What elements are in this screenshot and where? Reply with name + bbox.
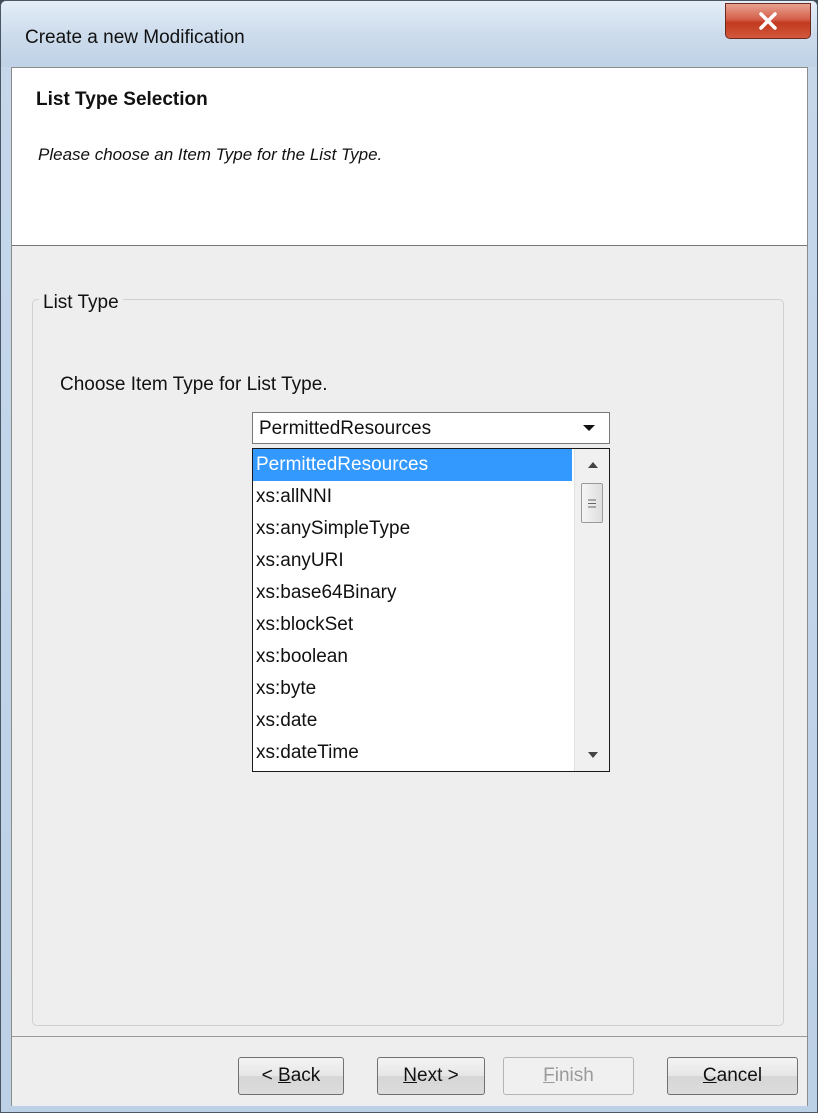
wizard-footer: < Back Next > Finish Cancel bbox=[12, 1036, 807, 1106]
list-option[interactable]: xs:blockSet bbox=[253, 609, 572, 641]
window-title: Create a new Modification bbox=[25, 27, 245, 48]
wizard-header: List Type Selection Please choose an Ite… bbox=[12, 68, 807, 246]
combo-dropdown-button[interactable] bbox=[571, 415, 607, 441]
item-type-combobox[interactable]: PermittedResources bbox=[252, 412, 610, 444]
header-description: Please choose an Item Type for the List … bbox=[38, 145, 383, 164]
next-button-mnemonic: N bbox=[403, 1065, 417, 1086]
combo-selected-value: PermittedResources bbox=[259, 418, 432, 439]
chevron-down-icon bbox=[583, 425, 595, 431]
cancel-button[interactable]: Cancel bbox=[667, 1057, 798, 1095]
scroll-up-arrow-icon bbox=[587, 462, 598, 468]
list-option[interactable]: xs:dateTime bbox=[253, 737, 572, 769]
dialog-window: Create a new Modification List Type Sele… bbox=[0, 0, 818, 1113]
list-option[interactable]: xs:allNNI bbox=[253, 481, 572, 513]
group-legend: List Type bbox=[39, 292, 123, 314]
vertical-scrollbar[interactable] bbox=[574, 449, 609, 771]
header-title: List Type Selection bbox=[36, 89, 208, 110]
finish-button-mnemonic: F bbox=[543, 1065, 555, 1086]
options-list: PermittedResources xs:allNNI xs:anySimpl… bbox=[253, 449, 572, 771]
close-icon bbox=[759, 12, 777, 30]
finish-button-label: inish bbox=[554, 1065, 594, 1086]
next-button-label: ext > bbox=[417, 1065, 459, 1086]
back-button-mnemonic: B bbox=[278, 1065, 291, 1086]
list-option-selected[interactable]: PermittedResources bbox=[253, 449, 572, 481]
list-option[interactable]: xs:base64Binary bbox=[253, 577, 572, 609]
title-bar[interactable]: Create a new Modification bbox=[1, 1, 817, 67]
list-option[interactable]: xs:anyURI bbox=[253, 545, 572, 577]
scroll-grip-icon bbox=[588, 499, 596, 507]
dialog-client-area: List Type Selection Please choose an Ite… bbox=[11, 67, 808, 1106]
scroll-down-arrow-icon bbox=[587, 752, 598, 758]
choose-item-type-label: Choose Item Type for List Type. bbox=[60, 374, 328, 395]
next-button[interactable]: Next > bbox=[377, 1057, 485, 1095]
back-button[interactable]: < Back bbox=[238, 1057, 344, 1095]
back-button-label: ack bbox=[290, 1065, 321, 1086]
item-type-dropdown-list[interactable]: PermittedResources xs:allNNI xs:anySimpl… bbox=[252, 448, 610, 772]
scroll-down-button[interactable] bbox=[575, 739, 609, 771]
cancel-button-label: ancel bbox=[716, 1065, 763, 1086]
close-button[interactable] bbox=[725, 3, 811, 39]
list-option[interactable]: xs:anySimpleType bbox=[253, 513, 572, 545]
list-option[interactable]: xs:date bbox=[253, 705, 572, 737]
cancel-button-mnemonic: C bbox=[702, 1065, 717, 1086]
back-button-prefix: < bbox=[261, 1065, 279, 1086]
scroll-up-button[interactable] bbox=[575, 449, 609, 481]
scroll-thumb[interactable] bbox=[581, 483, 603, 523]
list-option[interactable]: xs:byte bbox=[253, 673, 572, 705]
finish-button[interactable]: Finish bbox=[503, 1057, 634, 1095]
list-option[interactable]: xs:boolean bbox=[253, 641, 572, 673]
